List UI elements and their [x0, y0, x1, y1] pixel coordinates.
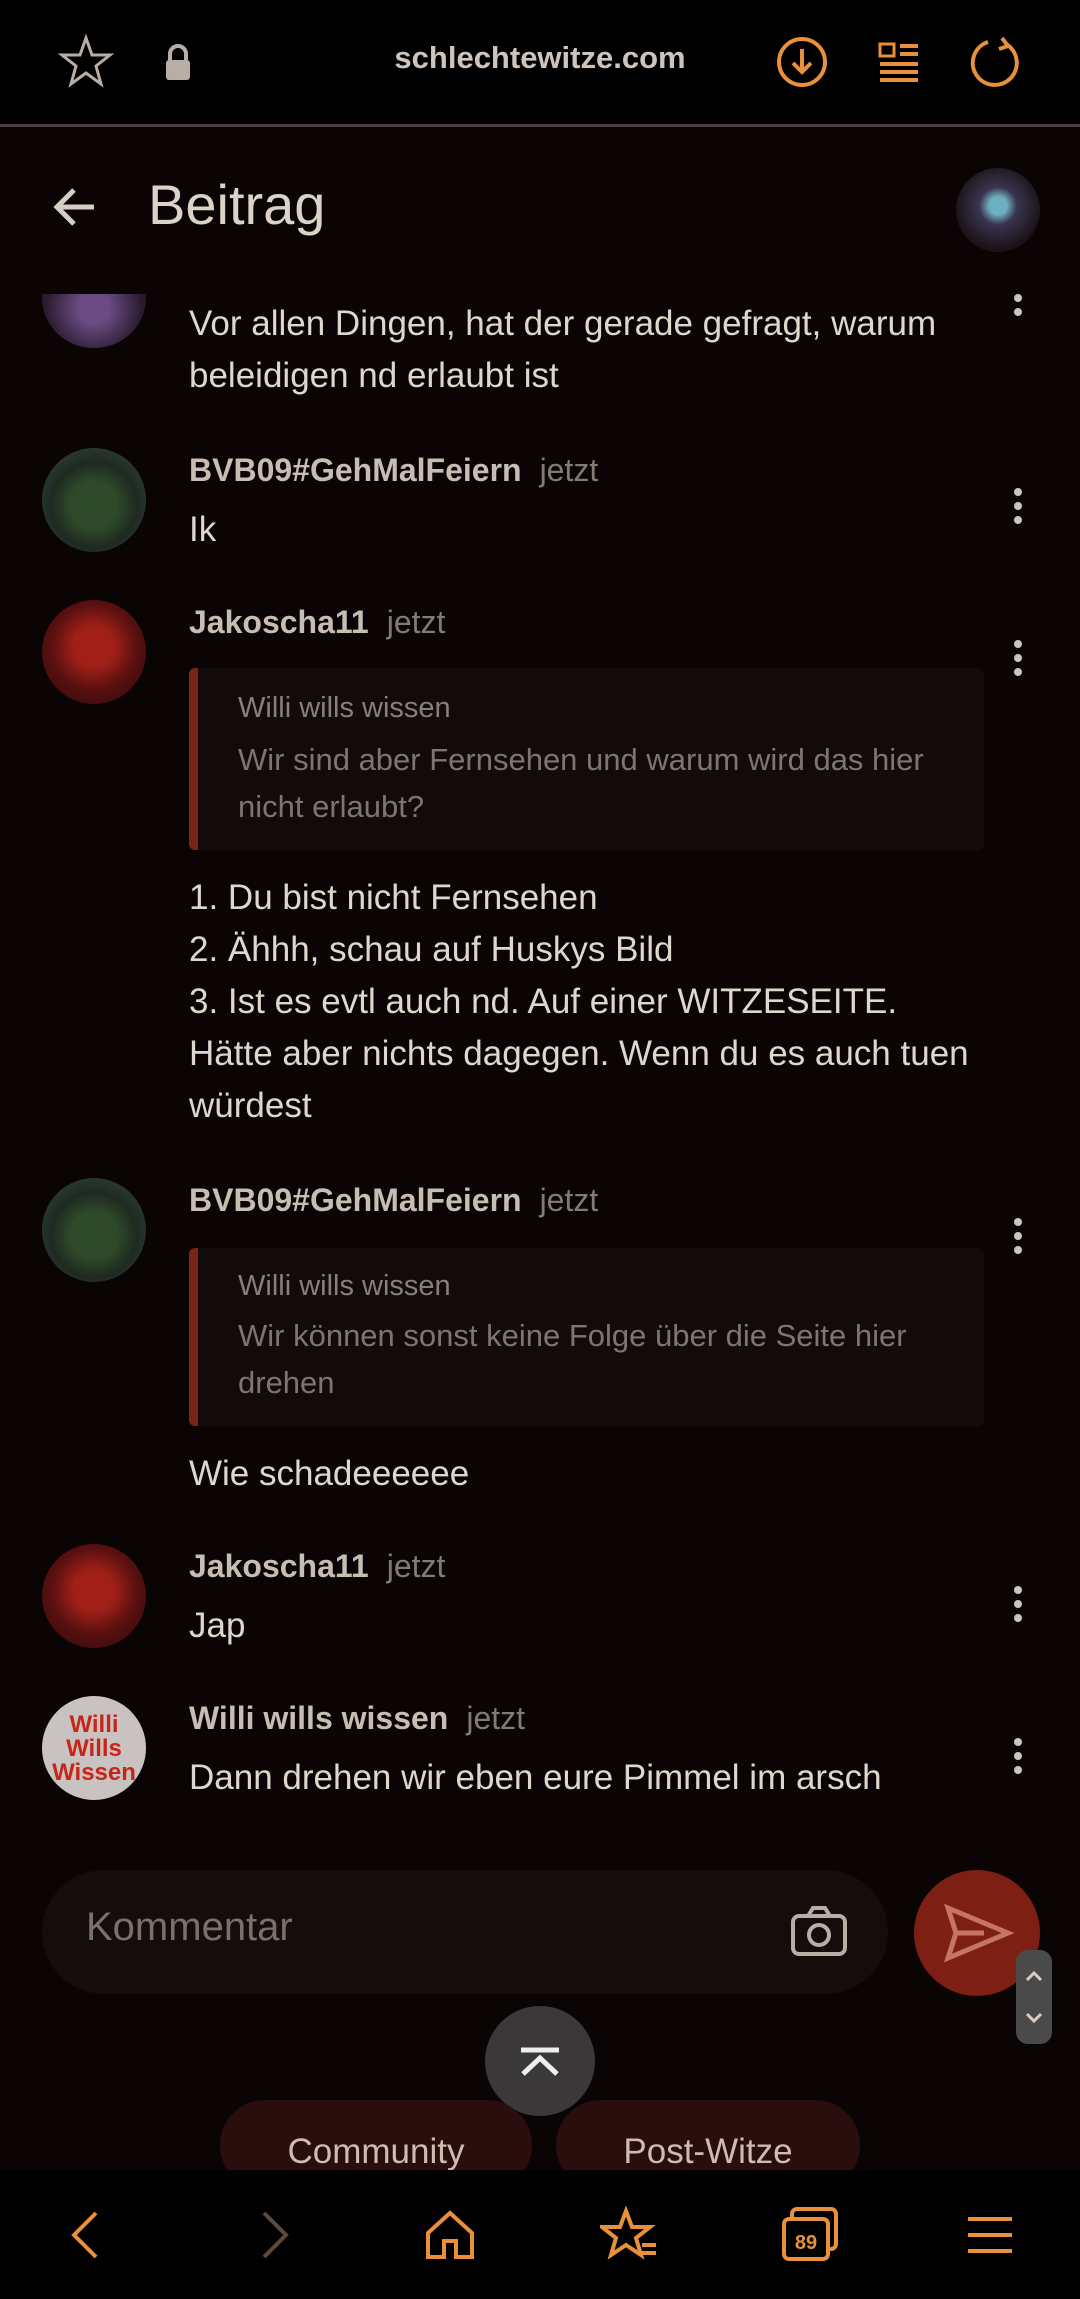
- more-icon[interactable]: [1008, 1738, 1028, 1780]
- comment-author[interactable]: Jakoscha11 jetzt: [189, 1548, 445, 1585]
- comment-text: 1. Du bist nicht Fernsehen 2. Ähhh, scha…: [189, 878, 969, 1125]
- tabs-button[interactable]: 89: [778, 2203, 842, 2267]
- more-icon[interactable]: [1008, 294, 1028, 322]
- comment-author[interactable]: BVB09#GehMalFeiern jetzt: [189, 452, 598, 489]
- comment-input[interactable]: [84, 1904, 788, 1951]
- scroll-arrows-icon: [1025, 1970, 1043, 2024]
- willi-avatar-logo: Willi Wills Wissen: [52, 1711, 136, 1786]
- home-icon[interactable]: [420, 2205, 480, 2265]
- quote-author: Willi wills wissen: [238, 1270, 451, 1302]
- more-icon[interactable]: [1008, 488, 1028, 530]
- svg-text:Wills: Wills: [66, 1735, 122, 1762]
- avatar[interactable]: [42, 1544, 146, 1648]
- tabs-icon: 89: [782, 2207, 838, 2261]
- scroll-top-button[interactable]: [485, 2006, 595, 2116]
- back-arrow-icon[interactable]: [48, 180, 102, 234]
- avatar[interactable]: Willi Wills Wissen: [42, 1696, 146, 1800]
- bottom-navigation: [0, 2170, 1080, 2299]
- reload-icon[interactable]: [966, 32, 1026, 92]
- avatar[interactable]: [42, 448, 146, 552]
- download-icon[interactable]: [772, 32, 832, 92]
- quoted-comment: Willi wills wissen Wir sind aber Fernseh…: [189, 668, 984, 850]
- comment-text: Ik: [189, 510, 217, 549]
- menu-icon[interactable]: [960, 2205, 1020, 2265]
- more-icon[interactable]: [1008, 1586, 1028, 1628]
- nav-forward-icon[interactable]: [242, 2205, 302, 2265]
- comment-time: jetzt: [539, 452, 599, 488]
- svg-text:Willi: Willi: [69, 1711, 118, 1738]
- comment-text: Dann drehen wir eben eure Pimmel im arsc…: [189, 1758, 882, 1797]
- more-icon[interactable]: [1008, 1218, 1028, 1260]
- quoted-comment: Willi wills wissen Wir können sonst kein…: [189, 1248, 984, 1426]
- comment-author[interactable]: Jakoscha11 jetzt: [189, 604, 445, 641]
- reader-icon[interactable]: [868, 32, 928, 92]
- nav-back-icon[interactable]: [58, 2205, 118, 2265]
- comment-text: Jap: [189, 1606, 246, 1645]
- comment-time: jetzt: [466, 1700, 526, 1736]
- avatar[interactable]: [42, 1178, 146, 1282]
- svg-text:Wissen: Wissen: [52, 1759, 136, 1786]
- camera-icon[interactable]: [788, 1900, 850, 1962]
- scroll-control[interactable]: [1016, 1950, 1052, 2044]
- avatar[interactable]: [42, 600, 146, 704]
- scroll-top-icon: [521, 2047, 559, 2076]
- bookmarks-icon[interactable]: [600, 2205, 660, 2265]
- comment-time: jetzt: [539, 1182, 599, 1218]
- quote-author: Willi wills wissen: [238, 692, 451, 724]
- quote-text: Wir können sonst keine Folge über die Se…: [238, 1318, 907, 1400]
- tabs-count: 89: [795, 2232, 817, 2254]
- comment-box: [42, 1870, 888, 1994]
- comment-time: jetzt: [386, 604, 446, 640]
- quote-text: Wir sind aber Fernsehen und warum wird d…: [238, 742, 924, 824]
- more-icon[interactable]: [1008, 640, 1028, 682]
- comment-author[interactable]: BVB09#GehMalFeiern jetzt: [189, 1182, 598, 1219]
- comment-author[interactable]: Willi wills wissen jetzt: [189, 1700, 525, 1737]
- page-title: Beitrag: [148, 173, 326, 236]
- comment-time: jetzt: [386, 1548, 446, 1584]
- comment-text: Wie schadeeeeee: [189, 1454, 470, 1493]
- comment-text: Vor allen Dingen, hat der gerade gefragt…: [189, 304, 937, 395]
- user-avatar[interactable]: [956, 168, 1040, 252]
- browser-toolbar: schlechtewitze.com: [0, 0, 1080, 127]
- avatar[interactable]: [42, 294, 146, 348]
